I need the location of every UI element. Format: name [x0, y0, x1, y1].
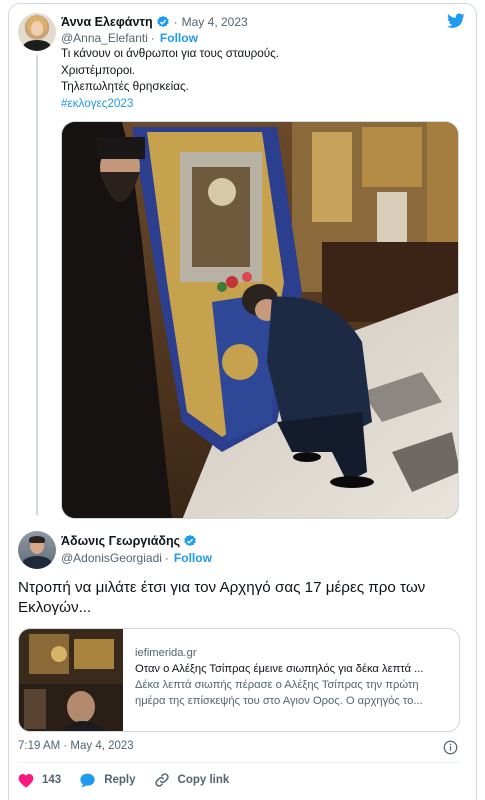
link-icon — [154, 773, 169, 787]
quoted-handle-row: @Anna_Elefanti · Follow — [61, 31, 198, 45]
handle[interactable]: @Anna_Elefanti — [61, 31, 148, 45]
quoted-header: Άννα Ελεφάντη · May 4, 2023 — [61, 15, 248, 29]
like-count: 143 — [42, 774, 62, 786]
display-name[interactable]: Άννα Ελεφάντη — [61, 15, 153, 29]
reply-button[interactable]: Reply — [79, 773, 136, 788]
separator-dot: · — [173, 15, 178, 29]
action-bar: 143 Reply Copy link — [18, 772, 247, 788]
display-name[interactable]: Άδωνις Γεωργιάδης — [61, 534, 180, 548]
tweet-timestamp[interactable]: 7:19 AM · May 4, 2023 — [18, 740, 134, 752]
hashtag-link[interactable]: #εκλογες2023 — [61, 96, 279, 113]
thread-connector — [36, 55, 38, 515]
twitter-bird-icon[interactable] — [447, 13, 465, 29]
main-handle-row: @AdonisGeorgiadi · Follow — [61, 551, 212, 565]
main-header: Άδωνις Γεωργιάδης — [61, 534, 197, 548]
tweet-text: Ντροπή να μιλάτε έτσι για τον Αρχηγό σας… — [18, 579, 426, 616]
avatar[interactable] — [18, 531, 56, 569]
follow-button[interactable]: Follow — [174, 551, 212, 565]
copy-link-label: Copy link — [177, 774, 230, 786]
tweet-date[interactable]: May 4, 2023 — [182, 15, 248, 29]
card-title: Οταν ο Αλέξης Τσίπρας έμεινε σιωπηλός γι… — [135, 663, 424, 675]
quoted-tweet-text: Τι κάνουν οι άνθρωποι για τους σταυρούς.… — [61, 46, 279, 112]
avatar[interactable] — [18, 13, 56, 51]
card-description: Δέκα λεπτά σιωπής πέρασε ο Αλέξης Τσίπρα… — [135, 679, 423, 707]
info-icon[interactable] — [443, 740, 458, 755]
separator-dot: · — [150, 31, 155, 45]
link-card[interactable]: iefimerida.gr Οταν ο Αλέξης Τσίπρας έμει… — [18, 628, 460, 732]
divider — [18, 762, 460, 763]
tweet-line: Χριστέμποροι. — [61, 63, 136, 77]
card-body: iefimerida.gr Οταν ο Αλέξης Τσίπρας έμει… — [135, 645, 449, 709]
tweet-line: Τι κάνουν οι άνθρωποι για τους σταυρούς. — [61, 47, 280, 60]
card-domain: iefimerida.gr — [135, 647, 197, 659]
church-photo — [62, 122, 458, 518]
tweet-line: Τηλεπωλητές θρησκείας. — [61, 80, 189, 93]
separator-dot: · — [164, 551, 169, 565]
verified-icon — [156, 15, 170, 29]
heart-icon — [18, 773, 34, 788]
copy-link-button[interactable]: Copy link — [154, 772, 230, 788]
follow-button[interactable]: Follow — [160, 31, 198, 45]
verified-icon — [183, 534, 197, 548]
reply-label: Reply — [104, 774, 136, 786]
reply-bubble-icon — [80, 773, 95, 787]
handle[interactable]: @AdonisGeorgiadi — [61, 551, 162, 565]
card-thumbnail — [19, 629, 123, 731]
tweet-photo[interactable] — [61, 121, 459, 519]
like-button[interactable]: 143 — [18, 773, 61, 788]
